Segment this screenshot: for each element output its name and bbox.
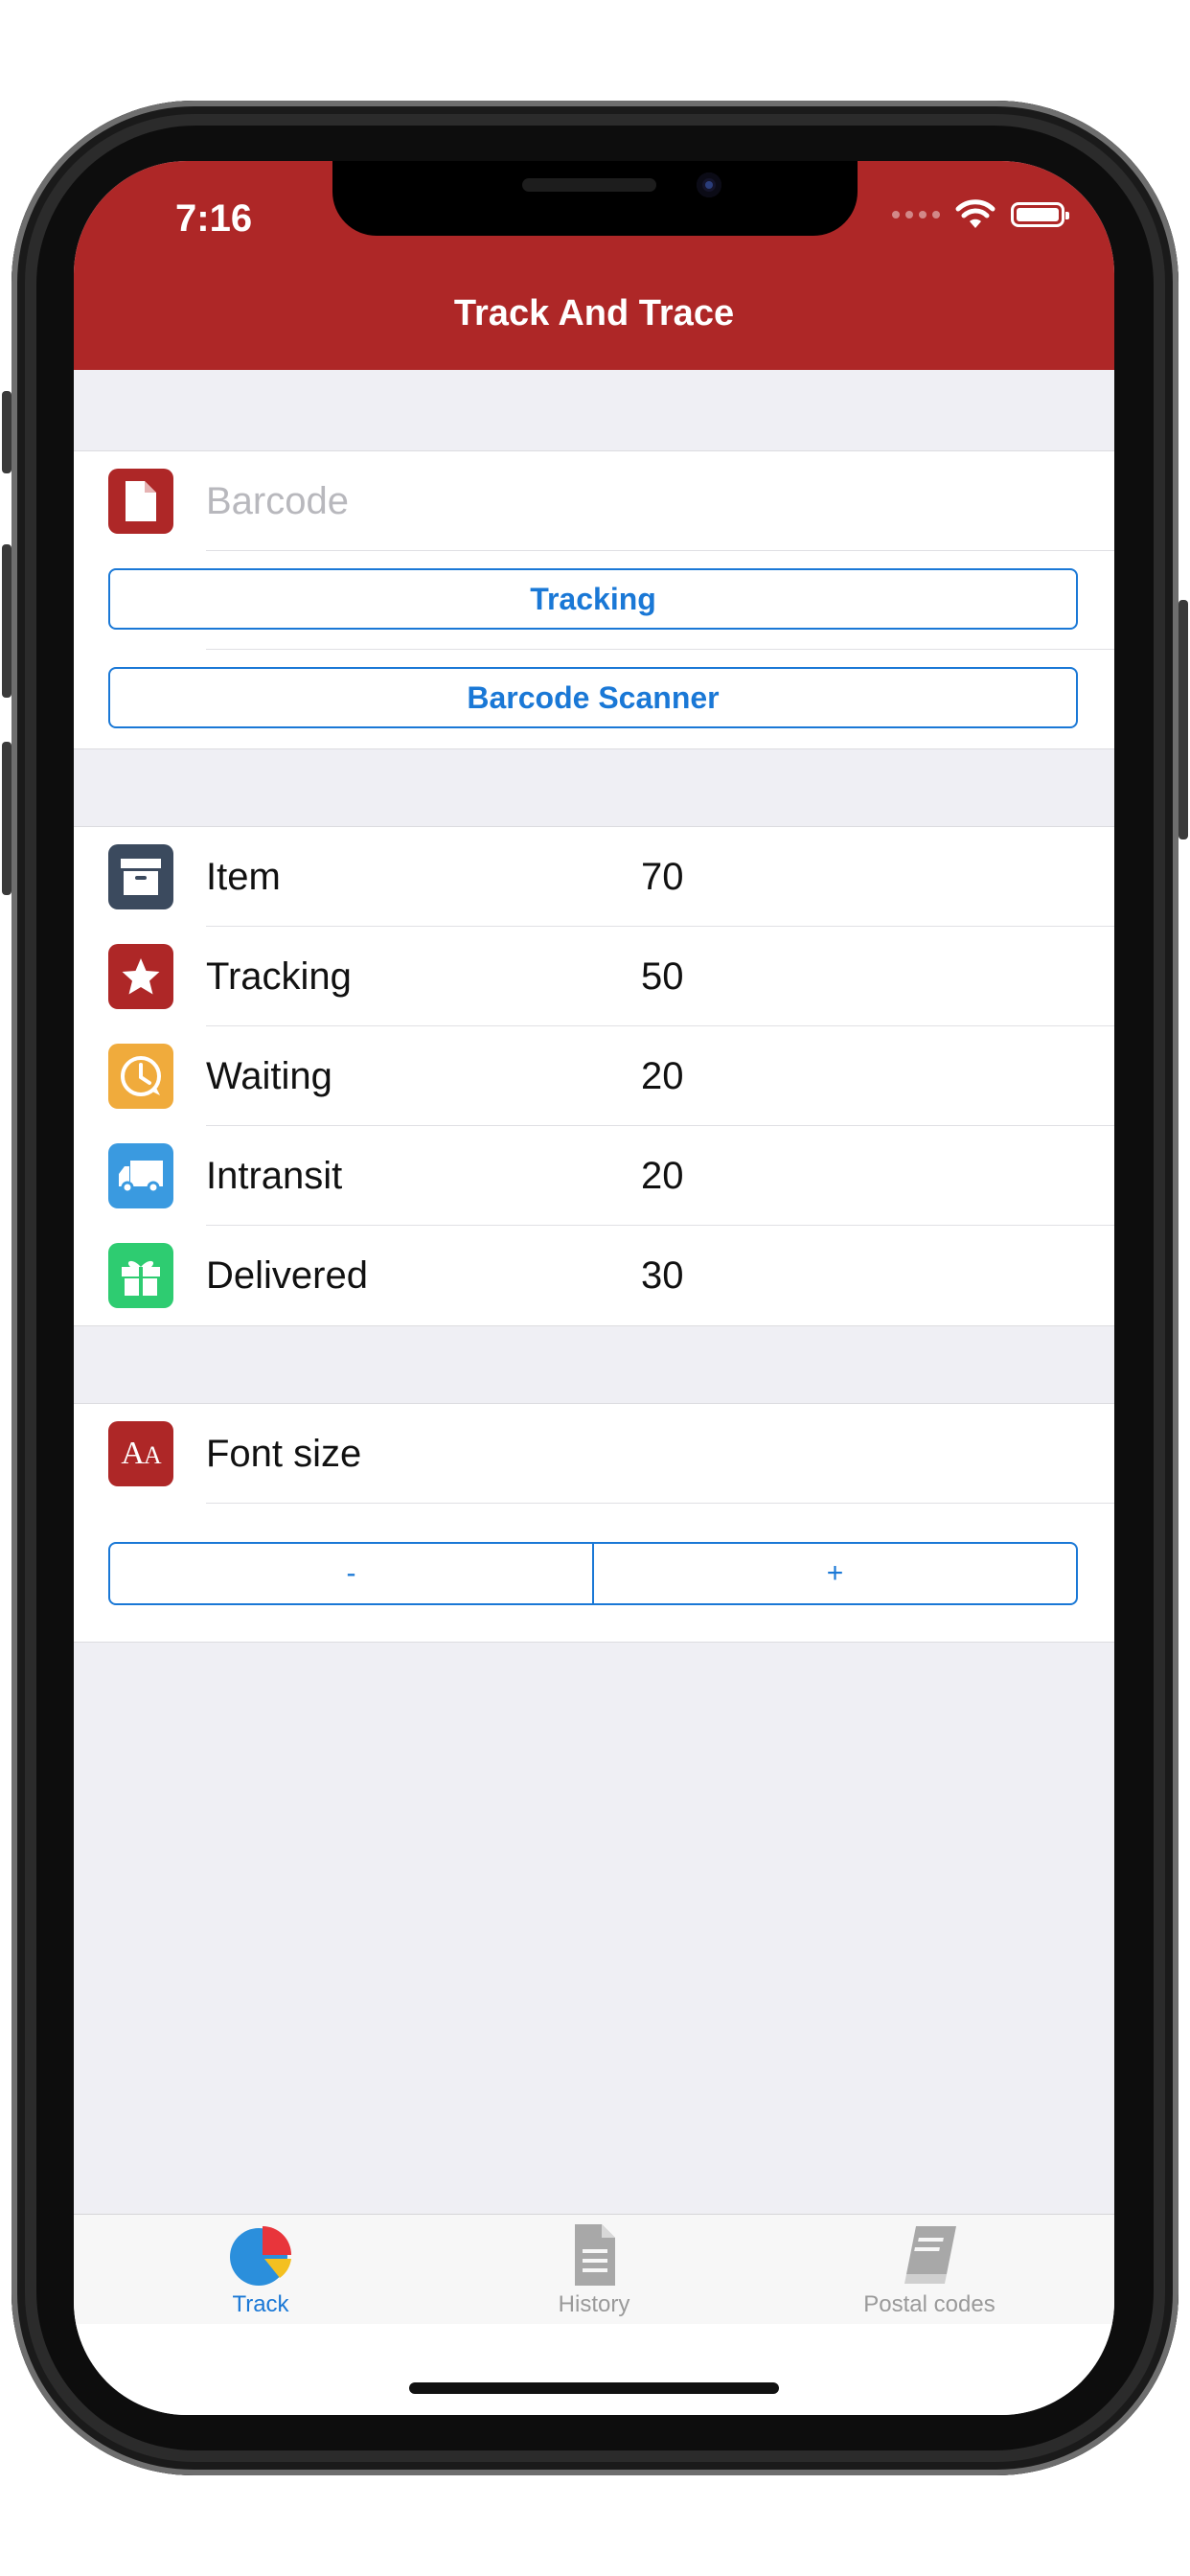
status-time: 7:16 xyxy=(175,197,253,240)
stat-row-waiting[interactable]: Waiting 20 xyxy=(74,1026,1114,1126)
silent-switch xyxy=(2,391,11,473)
document-icon xyxy=(108,469,173,534)
notch xyxy=(332,161,858,236)
volume-up-button xyxy=(2,544,11,698)
gift-icon xyxy=(108,1243,173,1308)
page-title: Track And Trace xyxy=(453,293,735,334)
stat-row-tracking[interactable]: Tracking 50 xyxy=(74,927,1114,1026)
tab-label: Track xyxy=(232,2291,289,2317)
font-size-label: Font size xyxy=(206,1433,362,1475)
tab-label: Postal codes xyxy=(863,2291,995,2317)
stat-row-intransit[interactable]: Intransit 20 xyxy=(74,1126,1114,1226)
document-icon xyxy=(575,2224,615,2286)
stat-value: 20 xyxy=(641,1055,684,1097)
stat-label: Waiting xyxy=(206,1055,332,1097)
clock-icon xyxy=(108,1044,173,1109)
stat-row-item[interactable]: Item 70 xyxy=(74,827,1114,927)
decrease-font-button[interactable]: - xyxy=(110,1544,594,1603)
barcode-input[interactable]: Barcode xyxy=(206,451,1095,551)
barcode-row: Barcode xyxy=(74,451,1114,551)
stat-value: 70 xyxy=(641,856,684,898)
nav-header: 7:16 Track And Trace xyxy=(74,161,1114,370)
volume-down-button xyxy=(2,742,11,895)
font-size-stepper: - + xyxy=(108,1542,1078,1605)
barcode-scanner-button[interactable]: Barcode Scanner xyxy=(108,667,1078,728)
stat-label: Item xyxy=(206,856,281,898)
font-size-section: AA Font size - + xyxy=(74,1403,1114,1643)
stat-value: 50 xyxy=(641,955,684,998)
app-screen: 7:16 Track And Trace Barcode Tracking Ba… xyxy=(74,161,1114,2415)
battery-icon xyxy=(1011,202,1069,227)
front-camera xyxy=(697,172,721,197)
font-size-row: AA Font size xyxy=(74,1404,1114,1504)
speaker-grille xyxy=(522,178,656,192)
increase-font-button[interactable]: + xyxy=(594,1544,1076,1603)
barcode-section: Barcode Tracking Barcode Scanner xyxy=(74,450,1114,749)
book-icon xyxy=(904,2226,956,2284)
font-size-icon: AA xyxy=(108,1421,173,1486)
archive-box-icon xyxy=(108,844,173,909)
status-icons xyxy=(892,199,1069,230)
tab-label: History xyxy=(558,2291,630,2317)
star-icon xyxy=(108,944,173,1009)
stat-row-delivered[interactable]: Delivered 30 xyxy=(74,1226,1114,1325)
tab-postal-codes[interactable]: Postal codes xyxy=(786,2215,1073,2325)
stat-label: Tracking xyxy=(206,955,352,998)
stat-label: Delivered xyxy=(206,1254,368,1297)
power-button xyxy=(1179,600,1188,840)
stats-section: Item 70 Tracking 50 Waiting 20 Intransit xyxy=(74,826,1114,1326)
truck-icon xyxy=(108,1143,173,1208)
tab-track[interactable]: Track xyxy=(117,2215,404,2325)
home-indicator[interactable] xyxy=(409,2382,779,2394)
wifi-icon xyxy=(955,199,995,228)
tab-history[interactable]: History xyxy=(450,2215,738,2325)
stat-value: 20 xyxy=(641,1155,684,1197)
home-indicator-area xyxy=(74,2324,1114,2415)
stat-value: 30 xyxy=(641,1254,684,1297)
tracking-button[interactable]: Tracking xyxy=(108,568,1078,630)
tab-bar: Track History Postal codes xyxy=(74,2214,1114,2325)
pie-chart-icon xyxy=(230,2226,291,2286)
signal-icon xyxy=(892,211,940,218)
stat-label: Intransit xyxy=(206,1155,343,1197)
